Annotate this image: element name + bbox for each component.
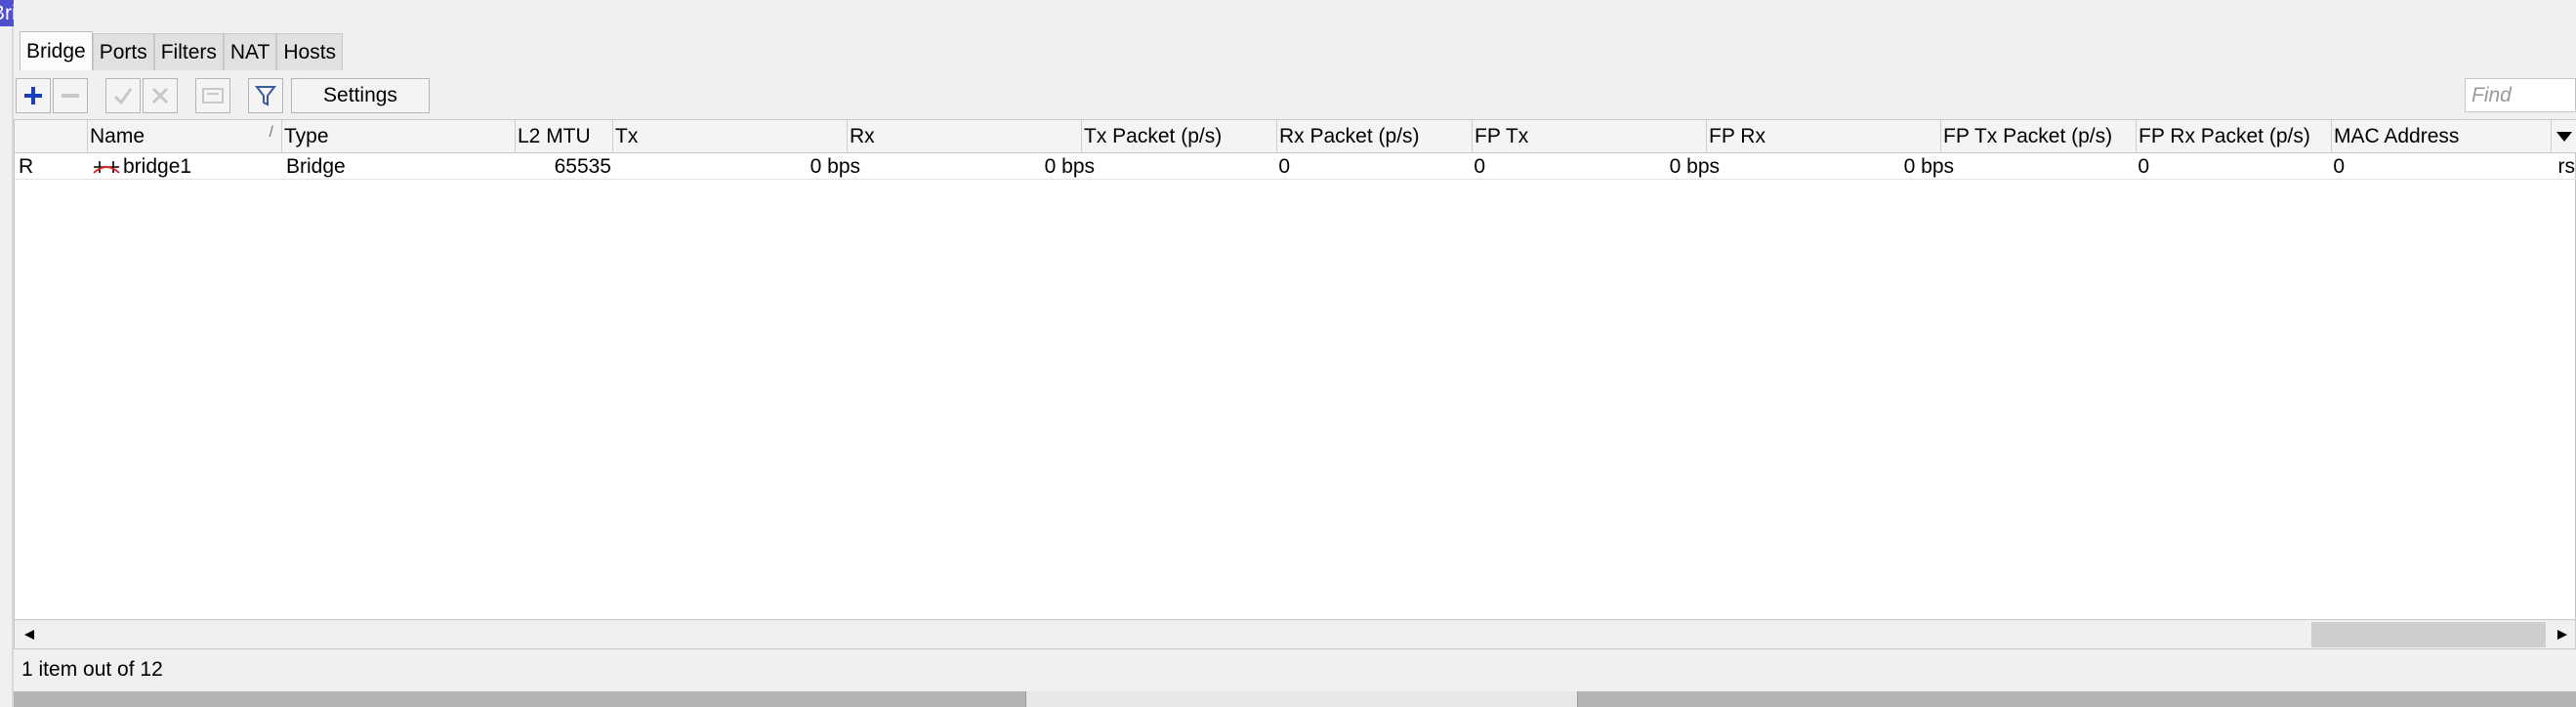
- scroll-right-button[interactable]: [2548, 620, 2576, 649]
- tab-filters[interactable]: Filters: [153, 33, 224, 70]
- disable-button[interactable]: [143, 78, 178, 113]
- row-tx-packet: 0: [1278, 154, 1290, 178]
- toolbar: Settings: [14, 76, 2576, 117]
- column-type[interactable]: Type: [282, 120, 516, 153]
- bridge-window: Bridge Ports Filters NAT Hosts Settings: [14, 0, 2576, 691]
- enable-button[interactable]: [105, 78, 141, 113]
- arrow-right-icon: [2557, 630, 2567, 640]
- row-mac-address: rs: [2557, 154, 2576, 178]
- tab-hosts[interactable]: Hosts: [276, 33, 344, 70]
- column-fp-rx[interactable]: FP Rx: [1707, 120, 1941, 153]
- row-name-cell: bridge1: [92, 153, 282, 180]
- find-input[interactable]: [2465, 78, 2576, 112]
- tab-bar: Bridge Ports Filters NAT Hosts: [20, 31, 344, 70]
- column-name-label: Name: [90, 125, 145, 147]
- tab-bridge[interactable]: Bridge: [20, 31, 93, 70]
- row-fp-rx: 0 bps: [1903, 154, 1954, 178]
- scroll-left-button[interactable]: [15, 620, 44, 649]
- x-icon: [151, 87, 169, 104]
- row-type: Bridge: [286, 154, 346, 178]
- column-mac-address[interactable]: MAC Address: [2332, 120, 2552, 153]
- desktop-background: [14, 691, 2576, 707]
- filter-button[interactable]: [248, 78, 283, 113]
- status-bar: 1 item out of 12: [14, 649, 2576, 690]
- filter-icon: [254, 86, 277, 106]
- column-menu-button[interactable]: [2552, 120, 2576, 153]
- row-flag: R: [19, 154, 34, 178]
- table-row[interactable]: R bridge1 Bridge 65535 0 bps 0 bps 0 0 0…: [15, 153, 2576, 180]
- bridge-table: Name / Type L2 MTU Tx Rx Tx Packet (p/s)…: [14, 119, 2576, 620]
- sort-indicator-icon: /: [269, 124, 273, 141]
- column-tx-packet[interactable]: Tx Packet (p/s): [1082, 120, 1277, 153]
- remove-button[interactable]: [53, 78, 88, 113]
- add-button[interactable]: [16, 78, 51, 113]
- row-tx: 0 bps: [810, 154, 860, 178]
- background-window-edge: [1025, 691, 1578, 707]
- column-fp-tx[interactable]: FP Tx: [1473, 120, 1707, 153]
- column-tx[interactable]: Tx: [613, 120, 848, 153]
- tab-ports[interactable]: Ports: [92, 33, 154, 70]
- row-l2mtu: 65535: [554, 154, 611, 178]
- check-icon: [113, 88, 133, 105]
- item-count: 1 item out of 12: [21, 658, 163, 681]
- arrow-left-icon: [24, 630, 34, 640]
- column-flag[interactable]: [15, 120, 88, 153]
- comment-button[interactable]: [195, 78, 230, 113]
- row-name: bridge1: [123, 154, 192, 178]
- minus-icon: [62, 94, 79, 98]
- comment-icon: [202, 88, 224, 104]
- table-header: Name / Type L2 MTU Tx Rx Tx Packet (p/s)…: [15, 120, 2576, 153]
- settings-button[interactable]: Settings: [291, 78, 430, 113]
- column-fp-rx-packet[interactable]: FP Rx Packet (p/s): [2137, 120, 2332, 153]
- row-fp-tx: 0 bps: [1669, 154, 1720, 178]
- background-edge: [0, 0, 14, 707]
- column-name[interactable]: Name /: [88, 120, 282, 153]
- column-rx[interactable]: Rx: [848, 120, 1082, 153]
- column-l2mtu[interactable]: L2 MTU: [516, 120, 613, 153]
- bridge-icon: [93, 160, 120, 174]
- row-fp-tx-packet: 0: [2138, 154, 2149, 178]
- dropdown-arrow-icon: [2556, 132, 2572, 142]
- row-rx-packet: 0: [1474, 154, 1485, 178]
- horizontal-scrollbar[interactable]: [14, 620, 2576, 649]
- plus-icon: [24, 87, 42, 104]
- column-fp-tx-packet[interactable]: FP Tx Packet (p/s): [1941, 120, 2137, 153]
- row-rx: 0 bps: [1044, 154, 1095, 178]
- scrollbar-thumb[interactable]: [2311, 622, 2546, 647]
- column-rx-packet[interactable]: Rx Packet (p/s): [1277, 120, 1473, 153]
- row-fp-rx-packet: 0: [2333, 154, 2345, 178]
- tab-nat[interactable]: NAT: [223, 33, 277, 70]
